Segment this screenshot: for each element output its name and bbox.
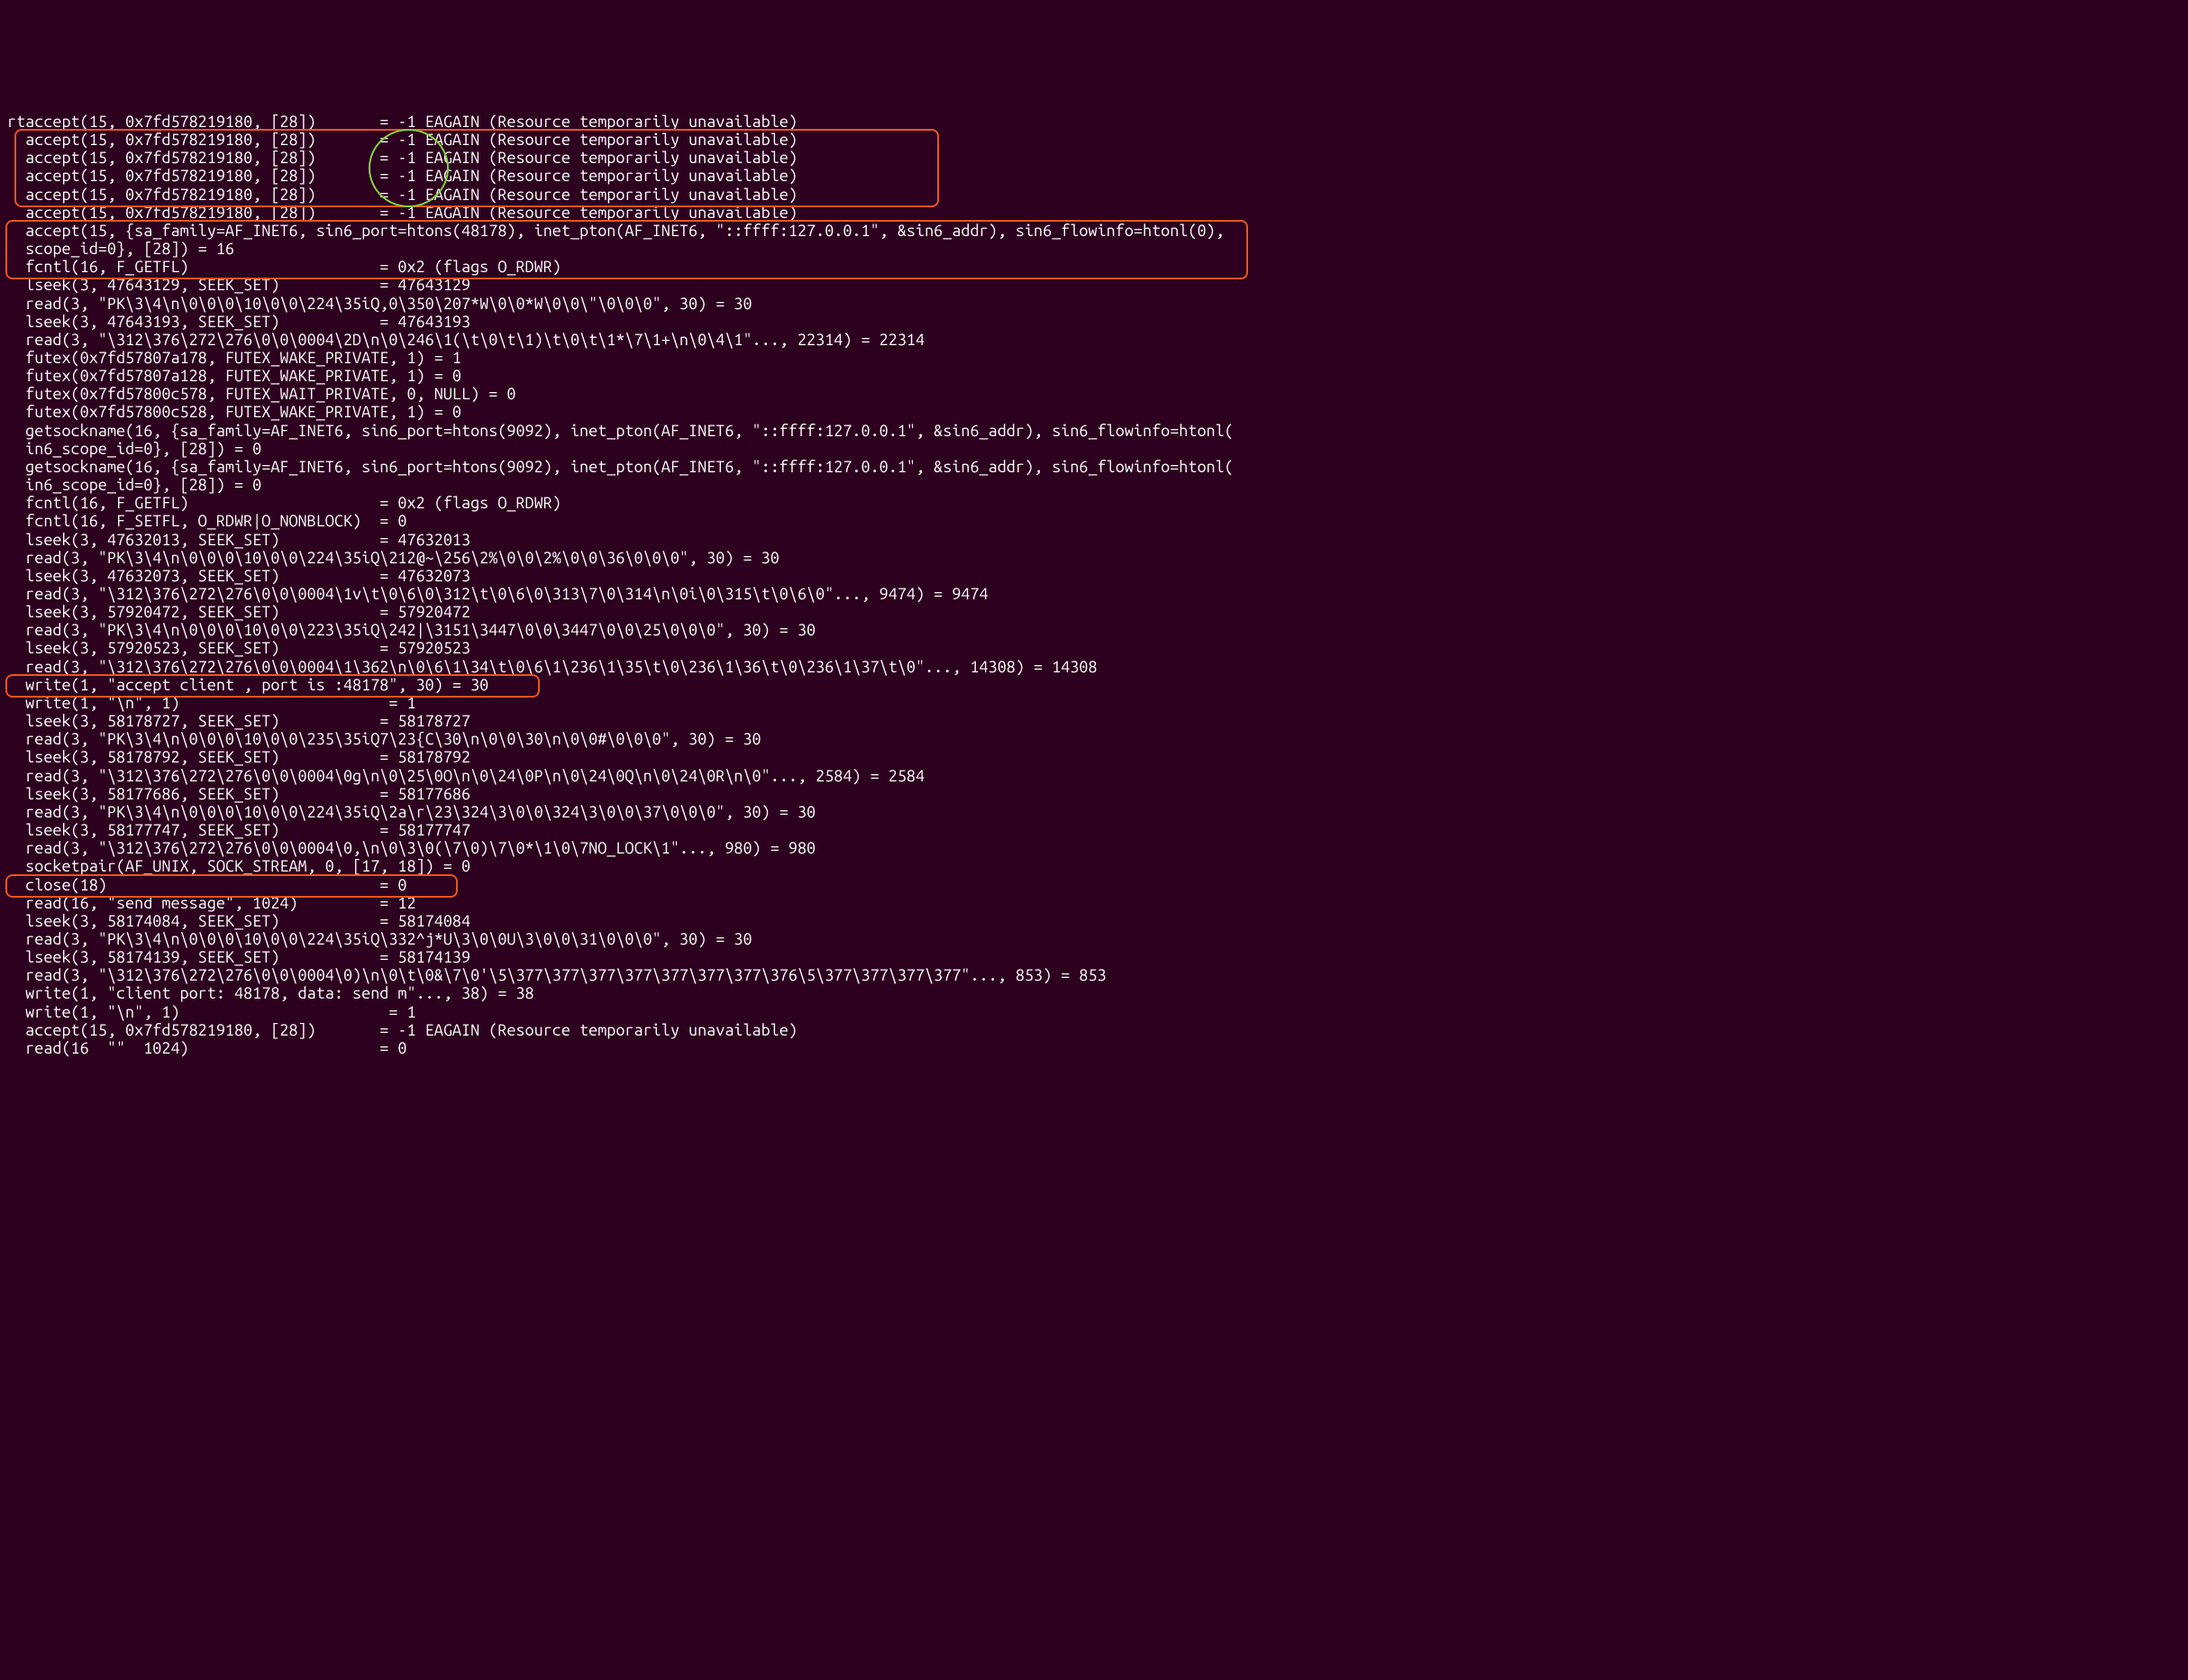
- terminal-line: fcntl(16, F_SETFL, O_RDWR|O_NONBLOCK) = …: [7, 512, 2181, 530]
- terminal-line: close(18) = 0: [7, 876, 2181, 894]
- terminal-line: read(3, "PK\3\4\n\0\0\0\10\0\0\224\35iQ\…: [7, 803, 2181, 821]
- terminal-line: read(3, "\312\376\272\276\0\0\0004\0,\n\…: [7, 839, 2181, 857]
- terminal-line: lseek(3, 47643193, SEEK_SET) = 47643193: [7, 313, 2181, 331]
- terminal-line: read(3, "\312\376\272\276\0\0\0004\1\362…: [7, 658, 2181, 676]
- terminal-line: accept(15, 0x7fd578219180, [28]) = -1 EA…: [7, 131, 2181, 149]
- terminal-line: accept(15, 0x7fd578219180, [28]) = -1 EA…: [7, 1021, 2181, 1039]
- terminal-line: read(3, "PK\3\4\n\0\0\0\10\0\0\223\35iQ\…: [7, 621, 2181, 639]
- terminal-line: read(3, "\312\376\272\276\0\0\0004\1v\t\…: [7, 585, 2181, 603]
- terminal-line: lseek(3, 57920523, SEEK_SET) = 57920523: [7, 639, 2181, 657]
- terminal-line: accept(15, 0x7fd578219180, [28]) = -1 EA…: [7, 186, 2181, 204]
- terminal-line: fcntl(16, F_GETFL) = 0x2 (flags O_RDWR): [7, 258, 2181, 276]
- terminal-line: lseek(3, 57920472, SEEK_SET) = 57920472: [7, 603, 2181, 621]
- terminal-line: futex(0x7fd57807a128, FUTEX_WAKE_PRIVATE…: [7, 367, 2181, 385]
- terminal-line: read(3, "PK\3\4\n\0\0\0\10\0\0\224\35iQ\…: [7, 930, 2181, 948]
- terminal-line: lseek(3, 47632073, SEEK_SET) = 47632073: [7, 567, 2181, 585]
- terminal-line: read(3, "PK\3\4\n\0\0\0\10\0\0\224\35iQ\…: [7, 549, 2181, 567]
- terminal-line: lseek(3, 58177747, SEEK_SET) = 58177747: [7, 821, 2181, 839]
- terminal-line: read(3, "\312\376\272\276\0\0\0004\0g\n\…: [7, 767, 2181, 785]
- terminal-line: read(3, "\312\376\272\276\0\0\0004\0)\n\…: [7, 966, 2181, 984]
- terminal-line: write(1, "accept client , port is :48178…: [7, 676, 2181, 694]
- terminal-line: write(1, "\n", 1) = 1: [7, 694, 2181, 712]
- terminal-line: lseek(3, 47632013, SEEK_SET) = 47632013: [7, 531, 2181, 549]
- terminal-line: lseek(3, 47643129, SEEK_SET) = 47643129: [7, 276, 2181, 294]
- terminal-line: getsockname(16, {sa_family=AF_INET6, sin…: [7, 422, 2181, 440]
- terminal-line: socketpair(AF_UNIX, SOCK_STREAM, 0, [17,…: [7, 857, 2181, 875]
- terminal-line: in6_scope_id=0}, [28]) = 0: [7, 440, 2181, 458]
- terminal-line: read(16, "send message", 1024) = 12: [7, 894, 2181, 912]
- terminal-line: in6_scope_id=0}, [28]) = 0: [7, 476, 2181, 494]
- terminal-line: write(1, "\n", 1) = 1: [7, 1003, 2181, 1021]
- terminal-line: futex(0x7fd57807a178, FUTEX_WAKE_PRIVATE…: [7, 349, 2181, 367]
- terminal-line: write(1, "client port: 48178, data: send…: [7, 984, 2181, 1002]
- terminal-line: futex(0x7fd57800c528, FUTEX_WAKE_PRIVATE…: [7, 403, 2181, 421]
- terminal-line: fcntl(16, F_GETFL) = 0x2 (flags O_RDWR): [7, 494, 2181, 512]
- terminal-output: rtaccept(15, 0x7fd578219180, [28]) = -1 …: [0, 91, 2188, 1061]
- terminal-line: read(3, "\312\376\272\276\0\0\0004\2D\n\…: [7, 331, 2181, 349]
- terminal-line: accept(15, 0x7fd578219180, [28]) = -1 EA…: [7, 167, 2181, 185]
- terminal-line: lseek(3, 58177686, SEEK_SET) = 58177686: [7, 785, 2181, 803]
- terminal-line: getsockname(16, {sa_family=AF_INET6, sin…: [7, 458, 2181, 476]
- terminal-line: lseek(3, 58178792, SEEK_SET) = 58178792: [7, 748, 2181, 766]
- terminal-line: scope_id=0}, [28]) = 16: [7, 240, 2181, 258]
- terminal-line: lseek(3, 58174084, SEEK_SET) = 58174084: [7, 912, 2181, 930]
- terminal-line: read(16 "" 1024) = 0: [7, 1039, 2181, 1057]
- terminal-line: futex(0x7fd57800c578, FUTEX_WAIT_PRIVATE…: [7, 385, 2181, 403]
- terminal-line: lseek(3, 58178727, SEEK_SET) = 58178727: [7, 712, 2181, 730]
- terminal-line: accept(15, 0x7fd578219180, [28]) = -1 EA…: [7, 204, 2181, 222]
- terminal-line: accept(15, 0x7fd578219180, [28]) = -1 EA…: [7, 149, 2181, 167]
- terminal-line: accept(15, {sa_family=AF_INET6, sin6_por…: [7, 222, 2181, 240]
- terminal-line: read(3, "PK\3\4\n\0\0\0\10\0\0\224\35iQ,…: [7, 295, 2181, 313]
- terminal-line: read(3, "PK\3\4\n\0\0\0\10\0\0\235\35iQ7…: [7, 730, 2181, 748]
- terminal-line: rtaccept(15, 0x7fd578219180, [28]) = -1 …: [7, 113, 2181, 131]
- terminal-line: lseek(3, 58174139, SEEK_SET) = 58174139: [7, 948, 2181, 966]
